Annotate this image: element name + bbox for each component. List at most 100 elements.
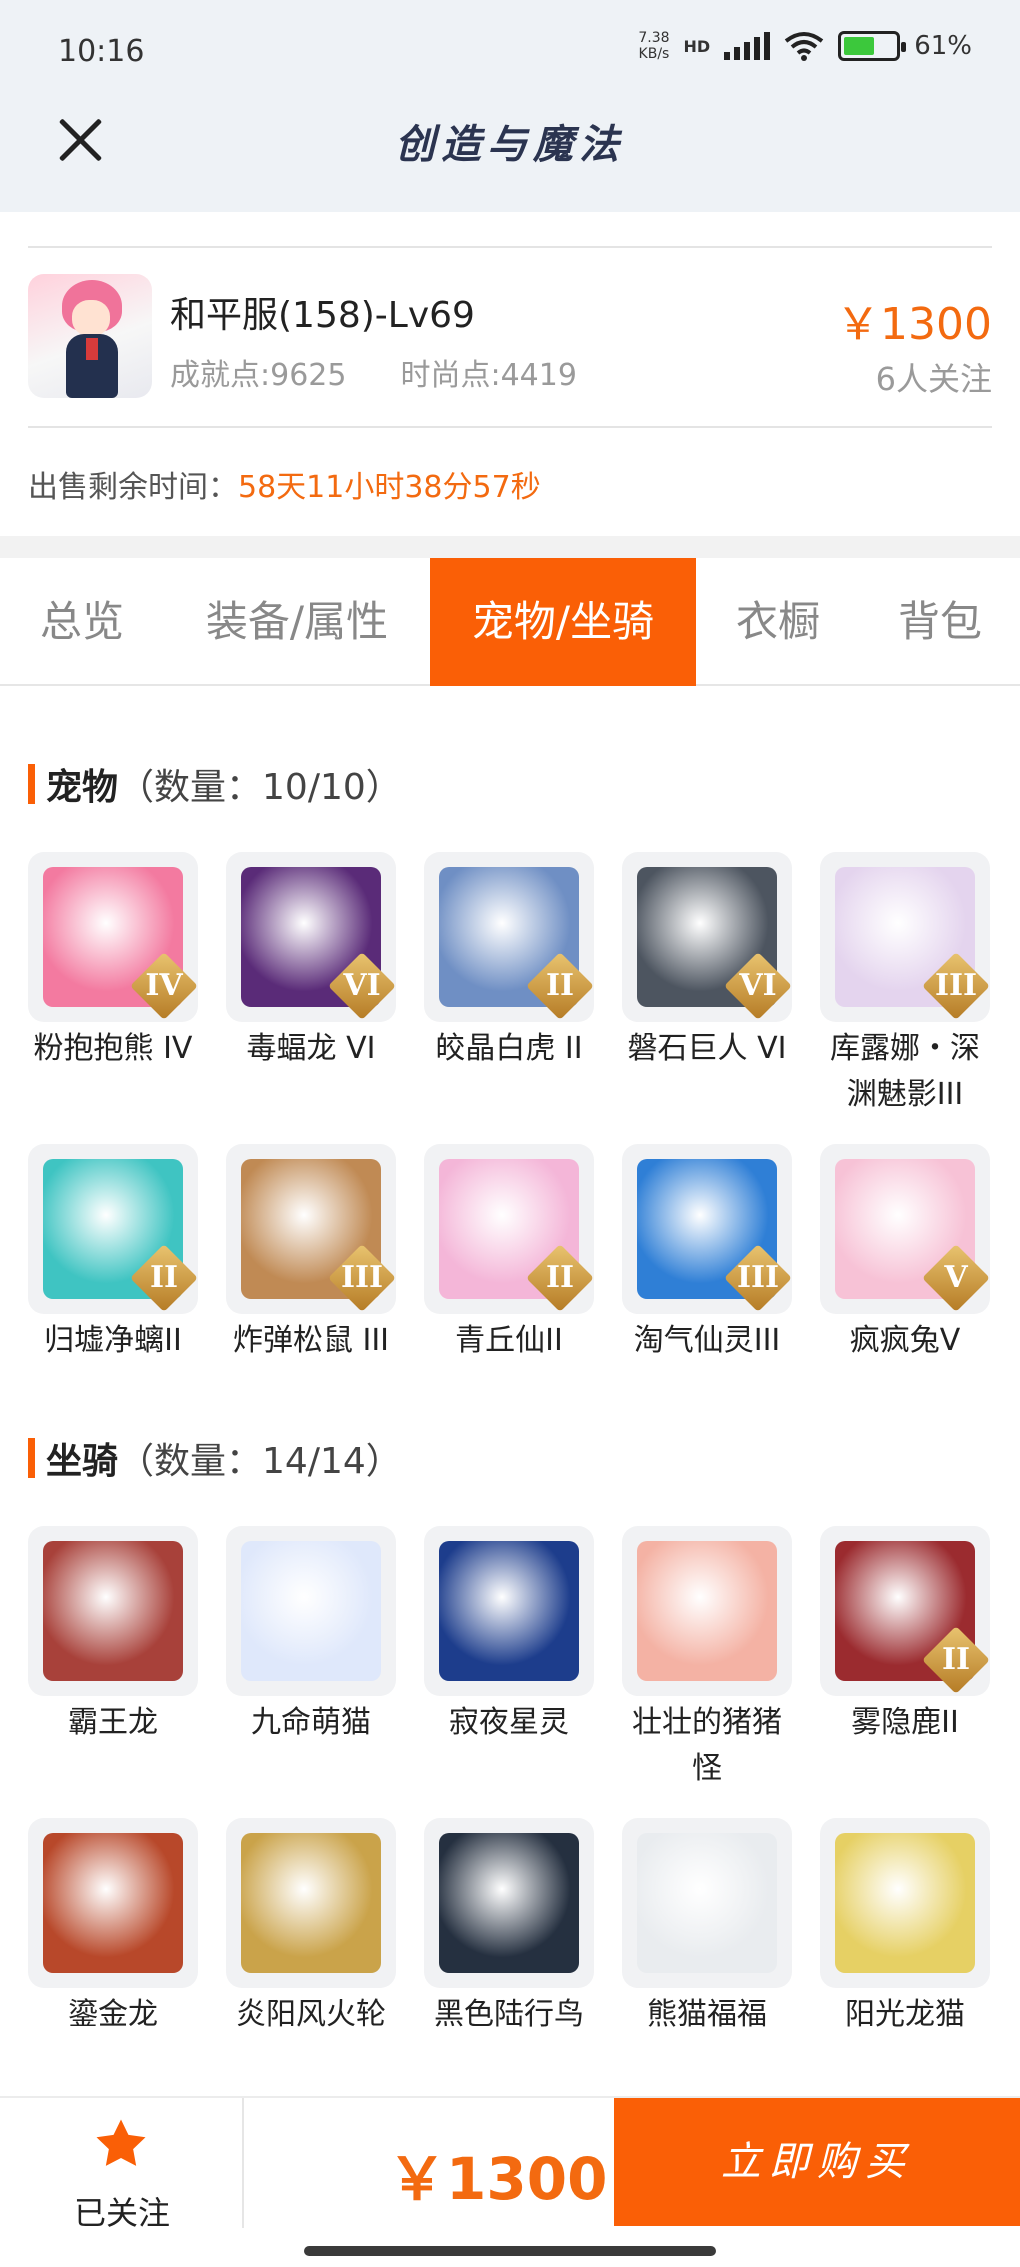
item-artwork <box>637 1833 777 1973</box>
fashion-points: 时尚点:4419 <box>400 358 577 393</box>
item-name-label: 霸王龙 <box>68 1705 158 1740</box>
item-name-label: 磐石巨人 VI <box>627 1031 787 1066</box>
mount-thumbnail <box>28 1818 198 1988</box>
pet-thumbnail: II <box>424 1144 594 1314</box>
item-name-label: 熊猫福福 <box>647 1997 767 2032</box>
star-icon[interactable] <box>92 2116 150 2172</box>
mounts-section-title: 坐骑（数量：14/14） <box>28 1432 402 1484</box>
rank-label: II <box>941 1642 971 1677</box>
pet-item[interactable]: III 淘气仙灵III <box>622 1144 792 1364</box>
pet-item[interactable]: III 库露娜・深渊魅影III <box>820 852 990 1118</box>
tab-overview[interactable]: 总览 <box>0 558 164 686</box>
item-artwork <box>835 1833 975 1973</box>
item-artwork <box>637 1541 777 1681</box>
tab-equipment[interactable]: 装备/属性 <box>164 558 430 686</box>
pet-item[interactable]: II 青丘仙II <box>424 1144 594 1364</box>
item-artwork <box>43 1541 183 1681</box>
mount-item[interactable]: 鎏金龙 <box>28 1818 198 2038</box>
rank-label: VI <box>343 968 381 1003</box>
pet-item[interactable]: VI 磐石巨人 VI <box>622 852 792 1072</box>
divider <box>28 426 992 428</box>
status-icons: 7.38 KB/s HD 61% <box>638 30 972 62</box>
divider <box>28 246 992 248</box>
mount-thumbnail <box>424 1526 594 1696</box>
hd-icon: HD <box>683 36 711 56</box>
tab-bar: 总览 装备/属性 宠物/坐骑 衣橱 背包 <box>0 558 1020 686</box>
pet-thumbnail: V <box>820 1144 990 1314</box>
tab-backpack[interactable]: 背包 <box>860 558 1020 686</box>
item-name-label: 粉抱抱熊 IV <box>33 1031 193 1066</box>
pet-thumbnail: VI <box>226 852 396 1022</box>
status-time: 10:16 <box>58 34 145 69</box>
pet-item[interactable]: II 皎晶白虎 II <box>424 852 594 1072</box>
pet-item[interactable]: IV 粉抱抱熊 IV <box>28 852 198 1072</box>
buy-now-button[interactable]: 立即购买 <box>614 2098 1020 2226</box>
mount-item[interactable]: 黑色陆行鸟 <box>424 1818 594 2038</box>
item-name-label: 毒蝠龙 VI <box>246 1031 376 1066</box>
tab-wardrobe[interactable]: 衣橱 <box>696 558 860 686</box>
item-name-label: 青丘仙II <box>455 1323 563 1358</box>
pet-item[interactable]: III 炸弹松鼠 III <box>226 1144 396 1364</box>
mount-thumbnail <box>226 1526 396 1696</box>
pet-thumbnail: II <box>424 852 594 1022</box>
bottom-action-bar: 已关注 ￥1300 立即购买 <box>0 2096 1020 2267</box>
pet-item[interactable]: V 疯疯兔V <box>820 1144 990 1364</box>
item-name-label: 库露娜・深渊魅影III <box>830 1031 980 1112</box>
signal-icon <box>724 32 771 60</box>
mount-thumbnail <box>622 1526 792 1696</box>
item-name-label: 阳光龙猫 <box>845 1997 965 2032</box>
achievement-points: 成就点:9625 <box>170 358 347 393</box>
divider <box>242 2098 244 2228</box>
pets-section-title: 宠物（数量：10/10） <box>28 758 402 810</box>
rank-label: V <box>944 1260 968 1295</box>
item-name-label: 寂夜星灵 <box>449 1705 569 1740</box>
item-name-label: 炸弹松鼠 III <box>232 1323 390 1358</box>
follow-button[interactable]: 已关注 <box>62 2188 182 2234</box>
item-name-label: 黑色陆行鸟 <box>434 1997 584 2032</box>
item-artwork <box>439 1833 579 1973</box>
section-gap <box>0 536 1020 558</box>
rank-label: IV <box>145 968 183 1003</box>
page-title: 创造与魔法 <box>395 121 625 168</box>
rank-label: II <box>545 1260 575 1295</box>
item-artwork <box>241 1833 381 1973</box>
pet-thumbnail: II <box>28 1144 198 1314</box>
rank-label: III <box>934 968 978 1003</box>
follow-count: 6人关注 <box>875 360 992 398</box>
pet-thumbnail: III <box>226 1144 396 1314</box>
character-avatar <box>28 274 152 398</box>
item-artwork <box>241 1541 381 1681</box>
rank-label: III <box>340 1260 384 1295</box>
top-header: 10:16 7.38 KB/s HD 61% 创造与魔法 <box>0 0 1020 212</box>
mount-item[interactable]: 熊猫福福 <box>622 1818 792 2038</box>
home-indicator <box>304 2246 716 2256</box>
item-stats: 成就点:9625 时尚点:4419 <box>170 350 577 394</box>
item-name-label: 皎晶白虎 II <box>435 1031 583 1066</box>
mount-item[interactable]: 寂夜星灵 <box>424 1526 594 1746</box>
pet-thumbnail: IV <box>28 852 198 1022</box>
mount-thumbnail <box>226 1818 396 1988</box>
tab-pets-mounts[interactable]: 宠物/坐骑 <box>430 558 696 686</box>
mount-thumbnail <box>820 1818 990 1988</box>
mount-thumbnail: II <box>820 1526 990 1696</box>
item-name-label: 疯疯兔V <box>849 1323 961 1358</box>
mount-item[interactable]: 霸王龙 <box>28 1526 198 1746</box>
wifi-icon <box>784 32 824 61</box>
item-name-label: 炎阳风火轮 <box>236 1997 386 2032</box>
mount-item[interactable]: II 雾隐鹿II <box>820 1526 990 1746</box>
mount-item[interactable]: 九命萌猫 <box>226 1526 396 1746</box>
mount-item[interactable]: 阳光龙猫 <box>820 1818 990 2038</box>
mount-item[interactable]: 壮壮的猪猪怪 <box>622 1526 792 1792</box>
item-summary: 和平服(158)-Lv69 成就点:9625 时尚点:4419 ￥1300 6人… <box>0 212 1020 536</box>
pet-item[interactable]: VI 毒蝠龙 VI <box>226 852 396 1072</box>
item-name-label: 雾隐鹿II <box>851 1705 959 1740</box>
item-price: ￥1300 <box>836 299 992 350</box>
mount-item[interactable]: 炎阳风火轮 <box>226 1818 396 2038</box>
battery-icon <box>838 31 907 61</box>
rank-label: II <box>149 1260 179 1295</box>
item-name-label: 淘气仙灵III <box>633 1323 781 1358</box>
item-name-label: 九命萌猫 <box>251 1705 371 1740</box>
pet-item[interactable]: II 归墟净螭II <box>28 1144 198 1364</box>
pet-thumbnail: VI <box>622 852 792 1022</box>
item-name: 和平服(158)-Lv69 <box>170 295 475 336</box>
